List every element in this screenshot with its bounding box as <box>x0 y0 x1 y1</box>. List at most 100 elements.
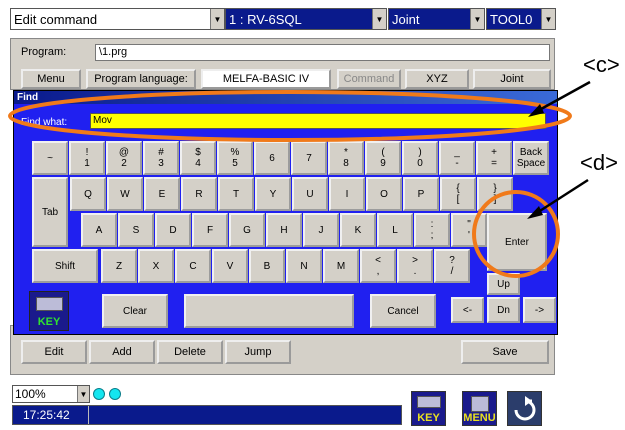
key-comma[interactable]: <, <box>360 249 396 283</box>
key-t[interactable]: T <box>218 177 254 211</box>
annotation-label-d: <d> <box>580 150 618 175</box>
key-z[interactable]: Z <box>101 249 137 283</box>
key-0[interactable]: ) 0 <box>402 141 438 175</box>
robot-dropdown-value: 1 : RV-6SQL <box>226 9 372 29</box>
keyboard-icon <box>417 396 441 408</box>
key-1[interactable]: ! 1 <box>69 141 105 175</box>
key-5[interactable]: % 5 <box>217 141 253 175</box>
key-tile-label: KEY <box>417 412 440 424</box>
coord-dropdown[interactable]: Joint ▼ <box>388 8 485 30</box>
keyboard-icon <box>36 297 63 311</box>
key-quote[interactable]: " ' <box>451 213 487 247</box>
key-s[interactable]: S <box>118 213 154 247</box>
right-arrow-key[interactable]: -> <box>523 297 556 323</box>
key-backspace-label: Space <box>516 158 546 169</box>
key-c[interactable]: C <box>175 249 211 283</box>
menu-tile-button[interactable]: MENU <box>462 391 497 426</box>
key-period-label: . <box>413 266 417 277</box>
key-8[interactable]: * 8 <box>328 141 364 175</box>
key-tilde[interactable]: ~ <box>32 141 68 175</box>
key-h[interactable]: H <box>266 213 302 247</box>
command-button[interactable]: Command <box>337 69 401 89</box>
key-m-label: M <box>336 260 346 272</box>
key-r[interactable]: R <box>181 177 217 211</box>
key-minus[interactable]: _ - <box>439 141 475 175</box>
tab-key[interactable]: Tab <box>32 177 68 247</box>
key-period[interactable]: >. <box>397 249 433 283</box>
key-q[interactable]: Q <box>70 177 106 211</box>
key-minus-shift-label: _ <box>454 147 460 158</box>
zoom-dropdown[interactable]: 100% ▼ <box>12 385 90 403</box>
key-2[interactable]: @2 <box>106 141 142 175</box>
coord-dropdown-value: Joint <box>389 9 470 29</box>
add-button[interactable]: Add <box>89 340 155 364</box>
key-f-label: F <box>206 224 214 236</box>
return-arrow-icon <box>514 396 536 421</box>
enter-key[interactable]: Enter <box>487 213 547 271</box>
key-k[interactable]: K <box>340 213 376 247</box>
keyboard-toggle-button[interactable]: KEY <box>411 391 446 426</box>
key-a[interactable]: A <box>81 213 117 247</box>
key-backspace[interactable]: Back Space <box>513 141 549 175</box>
key-9[interactable]: (9 <box>365 141 401 175</box>
cancel-button[interactable]: Cancel <box>370 294 436 328</box>
key-right-bracket[interactable]: }] <box>477 177 513 211</box>
key-equals[interactable]: + = <box>476 141 512 175</box>
jump-button[interactable]: Jump <box>225 340 291 364</box>
shift-key[interactable]: Shift <box>32 249 98 283</box>
menu-button[interactable]: Menu <box>21 69 81 89</box>
key-u[interactable]: U <box>292 177 328 211</box>
down-arrow-key[interactable]: Dn <box>487 297 520 323</box>
key-p[interactable]: P <box>403 177 439 211</box>
key-e[interactable]: E <box>144 177 180 211</box>
key-6[interactable]: 6 <box>254 141 290 175</box>
clear-button[interactable]: Clear <box>102 294 168 328</box>
chevron-down-icon[interactable]: ▼ <box>541 9 555 29</box>
back-button[interactable] <box>507 391 542 426</box>
key-slash[interactable]: ? / <box>434 249 470 283</box>
key-0-shift-label: ) <box>418 147 422 158</box>
key-d[interactable]: D <box>155 213 191 247</box>
key-i[interactable]: I <box>329 177 365 211</box>
key-4-shift-label: $ <box>195 147 201 158</box>
key-b[interactable]: B <box>249 249 285 283</box>
key-semicolon[interactable]: :; <box>414 213 450 247</box>
left-arrow-key[interactable]: <- <box>451 297 484 323</box>
key-3[interactable]: #3 <box>143 141 179 175</box>
key-j[interactable]: J <box>303 213 339 247</box>
up-arrow-key[interactable]: Up <box>487 273 520 295</box>
edit-button[interactable]: Edit <box>21 340 87 364</box>
find-what-input[interactable]: Mov <box>90 113 546 129</box>
key-s-label: S <box>132 224 140 236</box>
key-4[interactable]: $4 <box>180 141 216 175</box>
delete-button[interactable]: Delete <box>157 340 223 364</box>
key-v[interactable]: V <box>212 249 248 283</box>
key-w[interactable]: W <box>107 177 143 211</box>
chevron-down-icon[interactable]: ▼ <box>77 386 89 402</box>
key-2-label: 2 <box>121 158 127 169</box>
robot-dropdown[interactable]: 1 : RV-6SQL ▼ <box>225 8 387 30</box>
save-button[interactable]: Save <box>461 340 549 364</box>
program-field[interactable]: \1.prg <box>95 44 550 61</box>
joint-button[interactable]: Joint <box>473 69 551 89</box>
chevron-down-icon[interactable]: ▼ <box>470 9 484 29</box>
key-n[interactable]: N <box>286 249 322 283</box>
chevron-down-icon[interactable]: ▼ <box>210 9 224 29</box>
program-language-value: MELFA-BASIC IV <box>201 69 331 89</box>
xyz-button[interactable]: XYZ <box>405 69 469 89</box>
key-7[interactable]: 7 <box>291 141 327 175</box>
key-g[interactable]: G <box>229 213 265 247</box>
key-l[interactable]: L <box>377 213 413 247</box>
key-m[interactable]: M <box>323 249 359 283</box>
key-left-bracket[interactable]: {[ <box>440 177 476 211</box>
key-f[interactable]: F <box>192 213 228 247</box>
key-o[interactable]: O <box>366 177 402 211</box>
key-b-label: B <box>263 260 271 272</box>
mode-dropdown[interactable]: Edit command ▼ <box>10 8 225 30</box>
tool-dropdown[interactable]: TOOL0 ▼ <box>486 8 556 30</box>
space-key[interactable] <box>184 294 354 328</box>
key-w-label: W <box>120 188 130 200</box>
chevron-down-icon[interactable]: ▼ <box>372 9 386 29</box>
key-y[interactable]: Y <box>255 177 291 211</box>
key-x[interactable]: X <box>138 249 174 283</box>
